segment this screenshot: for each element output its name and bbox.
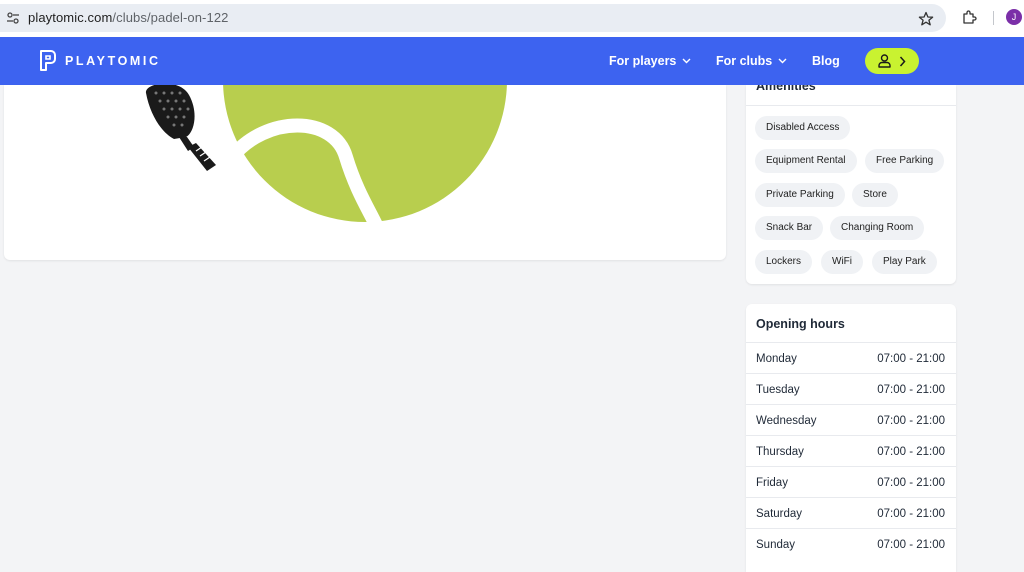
chevron-down-icon: [778, 58, 787, 64]
padel-racket-graphic: [145, 85, 216, 171]
hours-day: Sunday: [756, 539, 796, 551]
padel-illustration: [145, 85, 507, 232]
url-host: playtomic.com: [28, 10, 113, 25]
url-text[interactable]: playtomic.com/clubs/padel-on-122: [28, 10, 228, 25]
toolbar-divider: [993, 11, 994, 25]
hours-time: 07:00 - 21:00: [877, 446, 945, 458]
nav-for-players-label: For players: [609, 54, 677, 68]
hours-time: 07:00 - 21:00: [877, 539, 945, 551]
hours-day: Tuesday: [756, 384, 800, 396]
hours-time: 07:00 - 21:00: [877, 477, 945, 489]
nav-for-players[interactable]: For players: [609, 54, 691, 68]
address-bar[interactable]: playtomic.com/clubs/padel-on-122: [0, 4, 946, 32]
amenity-chip: Changing Room: [830, 216, 925, 240]
extensions-icon[interactable]: [961, 9, 977, 25]
hours-day: Thursday: [756, 446, 804, 458]
bookmark-star-icon[interactable]: [918, 11, 934, 27]
hours-row: Tuesday 07:00 - 21:00: [746, 373, 956, 404]
amenities-divider: [746, 105, 956, 106]
hours-row: Monday 07:00 - 21:00: [746, 342, 956, 373]
logo-mark-icon[interactable]: [39, 49, 57, 72]
hours-day: Monday: [756, 353, 797, 365]
amenities-title: Amenities: [756, 85, 816, 93]
hours-row: Sunday 07:00 - 21:00: [746, 528, 956, 559]
amenity-chip: Snack Bar: [755, 216, 824, 240]
amenity-chip: Free Parking: [865, 149, 945, 173]
nav-for-clubs[interactable]: For clubs: [716, 54, 787, 68]
user-menu-button[interactable]: [865, 48, 919, 74]
hours-row: Friday 07:00 - 21:00: [746, 466, 956, 497]
hours-day: Wednesday: [756, 415, 817, 427]
hours-time: 07:00 - 21:00: [877, 384, 945, 396]
opening-hours-title: Opening hours: [756, 317, 845, 331]
chevron-right-icon: [899, 56, 906, 66]
hours-row: Thursday 07:00 - 21:00: [746, 435, 956, 466]
logo-text[interactable]: PLAYTOMIC: [65, 54, 161, 68]
hours-time: 07:00 - 21:00: [877, 353, 945, 365]
user-icon: [878, 54, 891, 68]
club-image-card: [4, 85, 726, 260]
chevron-down-icon: [682, 58, 691, 64]
amenity-chip: Play Park: [872, 250, 937, 274]
nav-blog-label: Blog: [812, 54, 840, 68]
amenity-chip: Lockers: [755, 250, 813, 274]
hours-row: Saturday 07:00 - 21:00: [746, 497, 956, 528]
amenity-chip: Store: [852, 183, 898, 207]
amenity-chip: Equipment Rental: [755, 149, 857, 173]
amenities-card: Amenities Disabled Access Equipment Rent…: [746, 85, 956, 284]
padel-ball-graphic: [223, 85, 507, 232]
site-header: PLAYTOMIC For players For clubs Blog: [0, 37, 1024, 85]
nav-for-clubs-label: For clubs: [716, 54, 773, 68]
amenity-chip: Private Parking: [755, 183, 845, 207]
site-settings-icon[interactable]: [6, 11, 20, 25]
nav-blog[interactable]: Blog: [812, 54, 840, 68]
hours-time: 07:00 - 21:00: [877, 508, 945, 520]
browser-toolbar: playtomic.com/clubs/padel-on-122 J: [0, 0, 1024, 37]
hours-time: 07:00 - 21:00: [877, 415, 945, 427]
opening-hours-card: Opening hours Monday 07:00 - 21:00 Tuesd…: [746, 304, 956, 572]
hours-row: Wednesday 07:00 - 21:00: [746, 404, 956, 435]
url-path: /clubs/padel-on-122: [112, 10, 229, 25]
hours-day: Saturday: [756, 508, 803, 520]
amenity-chip: Disabled Access: [755, 116, 851, 140]
hours-day: Friday: [756, 477, 788, 489]
profile-avatar[interactable]: J: [1006, 9, 1022, 25]
amenity-chip: WiFi: [821, 250, 863, 274]
